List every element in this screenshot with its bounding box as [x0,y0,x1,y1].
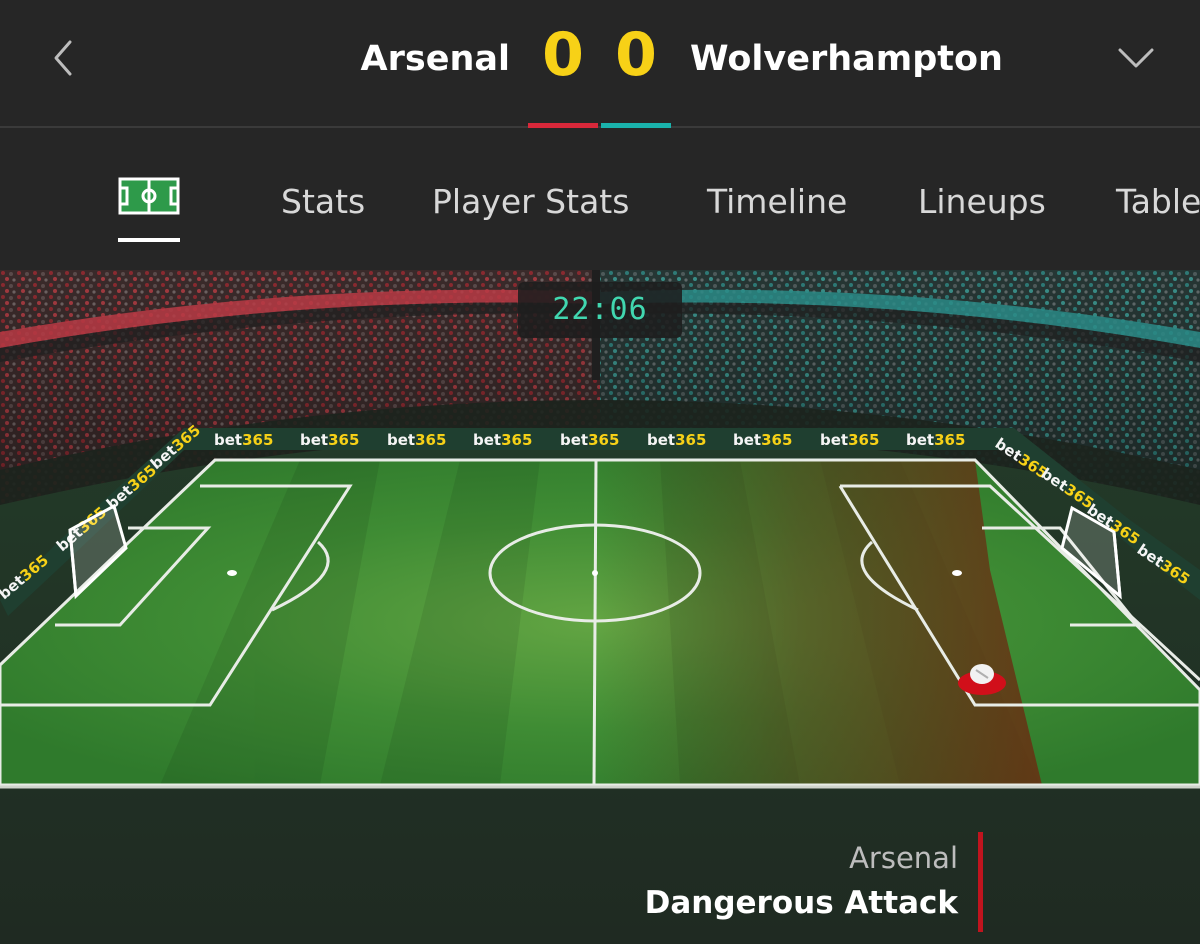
back-button[interactable] [44,38,84,78]
event-description: Dangerous Attack [644,885,958,921]
home-team-color-bar [528,123,598,128]
svg-text:bet365: bet365 [300,431,359,449]
home-team-name: Arsenal [360,39,510,79]
svg-text:bet365: bet365 [820,431,879,449]
svg-text:bet365: bet365 [906,431,965,449]
stadium-graphic: bet365 bet365 bet365 bet365 bet365 bet36… [0,270,1200,944]
chevron-left-icon [54,40,72,76]
svg-text:bet365: bet365 [214,431,273,449]
tab-table[interactable]: Table [1116,180,1200,224]
tab-timeline[interactable]: Timeline [707,180,847,224]
away-score: 0 [615,20,657,90]
svg-text:bet365: bet365 [647,431,706,449]
match-tracker: bet365 bet365 bet365 bet365 bet365 bet36… [0,270,1200,944]
tab-stats[interactable]: Stats [281,180,365,224]
pitch-icon [118,177,180,215]
svg-text:bet365: bet365 [387,431,446,449]
away-team-name: Wolverhampton [690,39,1003,79]
tab-bar: Stats Player Stats Timeline Lineups Tabl… [0,130,1200,270]
event-team-color-bar [978,832,983,932]
svg-text:bet365: bet365 [473,431,532,449]
expand-button[interactable] [1114,40,1158,76]
tab-player-stats[interactable]: Player Stats [432,180,629,224]
event-team-name: Arsenal [849,841,958,875]
match-header: Arsenal 0 0 Wolverhampton [0,0,1200,128]
tab-pitch-view[interactable] [118,176,180,242]
svg-text:bet365: bet365 [733,431,792,449]
home-score: 0 [542,20,584,90]
chevron-down-icon [1118,48,1154,68]
away-team-color-bar [601,123,671,128]
tab-lineups[interactable]: Lineups [918,180,1046,224]
match-clock: 22:06 [518,282,682,338]
active-tab-indicator [118,238,180,242]
svg-text:bet365: bet365 [560,431,619,449]
